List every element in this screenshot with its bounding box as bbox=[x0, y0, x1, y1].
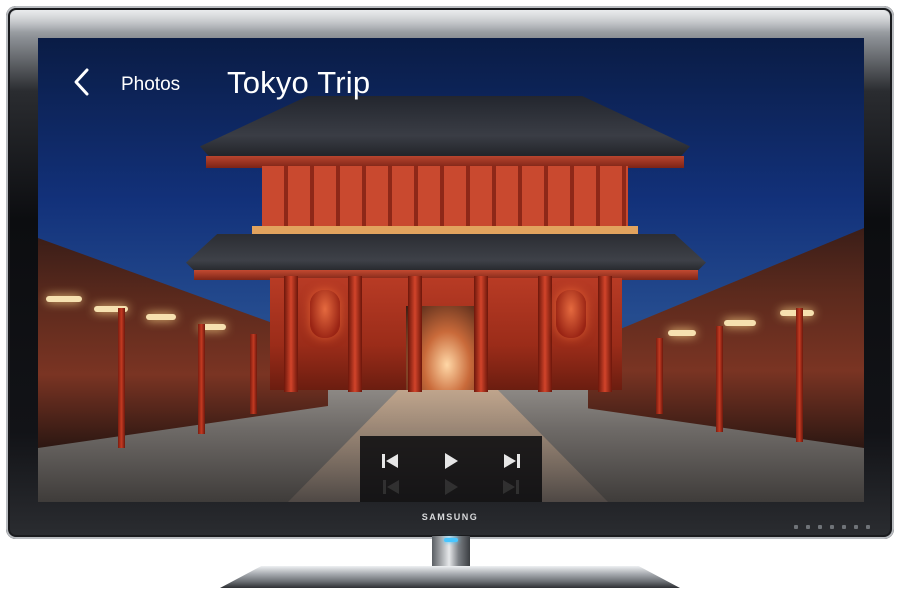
photo-gate-column bbox=[284, 276, 298, 392]
photo-gate-column bbox=[598, 276, 612, 392]
skip-previous-icon bbox=[382, 454, 399, 468]
play-icon bbox=[444, 453, 458, 469]
tv-indicator bbox=[806, 525, 810, 529]
breadcrumb-photos[interactable]: Photos bbox=[121, 74, 180, 96]
play-button[interactable] bbox=[431, 445, 471, 477]
photo-pillar bbox=[656, 338, 663, 414]
photo-pillar bbox=[118, 308, 125, 448]
tv-brand-logo: SAMSUNG bbox=[421, 512, 479, 522]
next-button[interactable] bbox=[492, 445, 532, 477]
photo-pillar bbox=[796, 308, 803, 442]
album-title: Tokyo Trip bbox=[227, 65, 371, 100]
photo-gate-upper-story bbox=[262, 166, 628, 232]
photo-gate-column bbox=[474, 276, 488, 392]
photo-gate-column bbox=[348, 276, 362, 392]
chevron-left-icon bbox=[74, 68, 89, 96]
tv-indicator bbox=[794, 525, 798, 529]
tv-bezel-gloss bbox=[10, 10, 890, 32]
previous-button[interactable] bbox=[370, 445, 410, 477]
tv-indicator bbox=[854, 525, 858, 529]
photo-lantern bbox=[310, 290, 340, 338]
photo-shop-light bbox=[46, 296, 82, 302]
photo-gate-column bbox=[538, 276, 552, 392]
photo-shop-light bbox=[724, 320, 756, 326]
viewer-header: Photos Tokyo Trip bbox=[38, 38, 864, 128]
photo-pillar bbox=[198, 324, 205, 434]
tv-indicator bbox=[842, 525, 846, 529]
tv-screen: Photos Tokyo Trip bbox=[38, 38, 864, 502]
slideshow-controls bbox=[360, 436, 542, 502]
tv-indicator bbox=[866, 525, 870, 529]
controls-reflection bbox=[360, 474, 542, 496]
tv-indicator bbox=[830, 525, 834, 529]
photo-shop-light bbox=[146, 314, 176, 320]
tv-indicator bbox=[818, 525, 822, 529]
photo-shop-light bbox=[668, 330, 696, 336]
photo-lantern bbox=[556, 290, 586, 338]
photo-pillar bbox=[716, 326, 723, 432]
back-button[interactable] bbox=[66, 62, 96, 102]
skip-next-icon bbox=[503, 454, 520, 468]
photo-gate-column bbox=[408, 276, 422, 392]
tv-stand-base bbox=[220, 566, 680, 588]
tv-touch-buttons bbox=[794, 525, 870, 529]
photo-pillar bbox=[250, 334, 257, 414]
